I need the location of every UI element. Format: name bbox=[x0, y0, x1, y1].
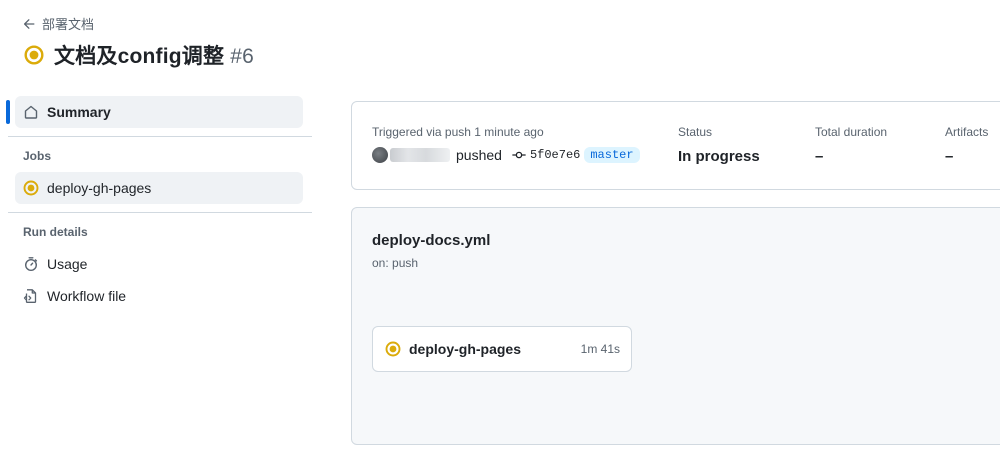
in-progress-status-icon bbox=[24, 45, 44, 65]
page-title: 文档及config调整 #6 bbox=[54, 40, 254, 70]
in-progress-status-icon bbox=[385, 341, 401, 357]
in-progress-status-icon bbox=[23, 180, 39, 196]
jobs-heading: Jobs bbox=[23, 149, 52, 163]
status-column: Status In progress bbox=[678, 125, 760, 165]
sidebar-item-workflow-file[interactable]: Workflow file bbox=[15, 280, 303, 312]
artifacts-label: Artifacts bbox=[945, 125, 989, 139]
trigger-details: pushed 5f0e7e6 master bbox=[372, 147, 640, 163]
username-redacted[interactable] bbox=[390, 148, 450, 162]
status-label: Status bbox=[678, 125, 713, 139]
active-indicator bbox=[6, 100, 10, 124]
pushed-text: pushed bbox=[456, 147, 502, 163]
job-duration: 1m 41s bbox=[580, 342, 620, 356]
sidebar-item-job-deploy-gh-pages[interactable]: deploy-gh-pages bbox=[15, 172, 303, 204]
run-title: 文档及config调整 #6 bbox=[24, 40, 254, 70]
job-name: deploy-gh-pages bbox=[409, 341, 522, 357]
commit-sha-link[interactable]: 5f0e7e6 bbox=[530, 148, 580, 162]
avatar[interactable] bbox=[372, 147, 388, 163]
sidebar-item-label: Workflow file bbox=[47, 288, 127, 304]
sidebar-item-label: deploy-gh-pages bbox=[47, 180, 152, 196]
sidebar-item-label: Summary bbox=[47, 104, 111, 120]
home-icon bbox=[24, 105, 38, 119]
back-link-label: 部署文档 bbox=[42, 17, 95, 32]
sidebar-item-usage[interactable]: Usage bbox=[15, 248, 303, 280]
run-number: #6 bbox=[230, 45, 254, 68]
workflow-graph-card: deploy-docs.yml on: push deploy-gh-pages… bbox=[351, 207, 1000, 445]
workflow-file-name: deploy-docs.yml bbox=[372, 232, 491, 249]
trigger-label: Triggered via push 1 minute ago bbox=[372, 125, 544, 139]
artifacts-value: – bbox=[945, 148, 954, 165]
duration-column: Total duration – bbox=[815, 125, 887, 165]
stopwatch-icon bbox=[24, 257, 38, 272]
trigger-column: Triggered via push 1 minute ago pushed 5… bbox=[372, 125, 640, 163]
file-code-icon bbox=[23, 289, 37, 303]
run-summary-card: Triggered via push 1 minute ago pushed 5… bbox=[351, 101, 1000, 190]
duration-value: – bbox=[815, 148, 824, 165]
run-title-text: 文档及config调整 bbox=[54, 45, 225, 68]
status-value: In progress bbox=[678, 148, 760, 165]
back-link[interactable]: 部署文档 bbox=[22, 14, 94, 33]
sidebar: Summary Jobs deploy-gh-pages Run details… bbox=[0, 96, 312, 312]
arrow-left-icon bbox=[23, 18, 35, 29]
job-node-deploy-gh-pages[interactable]: deploy-gh-pages 1m 41s bbox=[372, 326, 632, 372]
commit-icon bbox=[512, 151, 526, 159]
artifacts-column: Artifacts – bbox=[945, 125, 988, 165]
duration-label: Total duration bbox=[815, 125, 888, 139]
workflow-trigger: on: push bbox=[372, 256, 419, 270]
branch-badge[interactable]: master bbox=[584, 147, 640, 163]
run-details-heading: Run details bbox=[23, 225, 88, 239]
sidebar-item-summary[interactable]: Summary bbox=[6, 96, 303, 128]
sidebar-item-label: Usage bbox=[47, 256, 88, 272]
